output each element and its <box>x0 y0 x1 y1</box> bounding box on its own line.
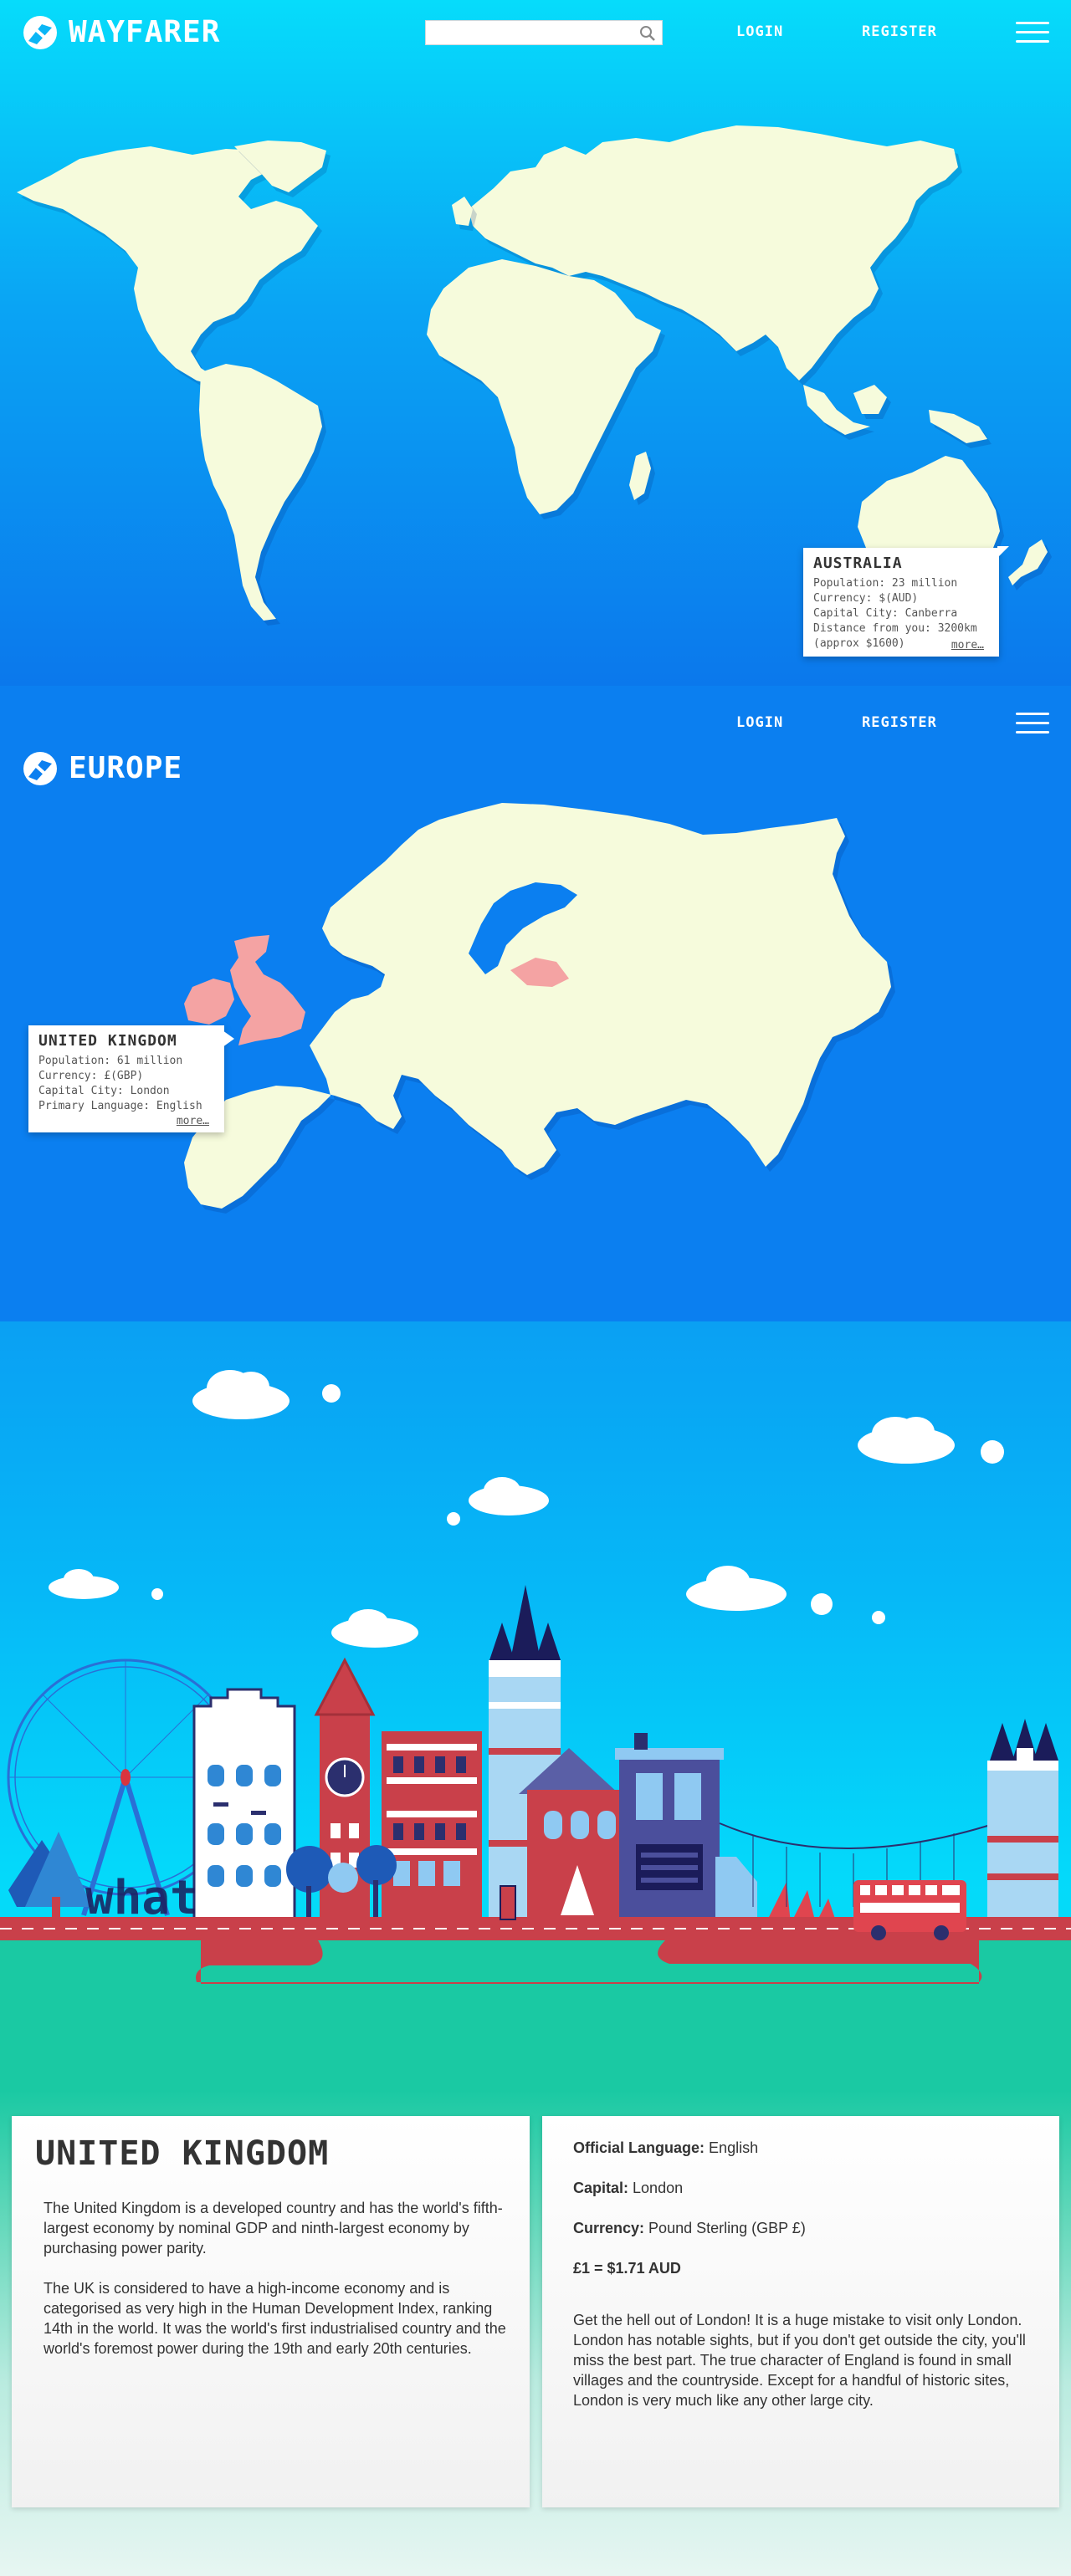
fact-label: Official Language: <box>573 2139 705 2156</box>
fact-capital: Capital: London <box>573 2180 683 2197</box>
great-britain <box>230 935 305 1045</box>
fact-label: Currency: <box>573 2220 645 2236</box>
popup-line: Capital City: Canberra <box>813 607 958 620</box>
uk-popup: UNITED KINGDOM Population: 61 million Cu… <box>28 1025 234 1132</box>
uk-world <box>452 197 473 226</box>
new-zealand <box>1008 539 1048 585</box>
description-paragraph: The United Kingdom is a developed countr… <box>44 2200 503 2257</box>
red-balcony-building <box>382 1731 482 1924</box>
popup-line: Population: 23 million <box>813 577 958 590</box>
new-guinea <box>929 410 987 443</box>
gabled-building <box>192 1688 296 1925</box>
country-title: UNITED KINGDOM <box>35 2134 330 2173</box>
city-illustration-section: what <box>0 1321 1071 2091</box>
world-map-section: WAYFARER LOGIN REGISTER AUSTRALIA Popula… <box>0 0 1071 686</box>
navy-building <box>615 1733 724 1924</box>
borneo <box>853 385 887 414</box>
popup-line: Currency: £(GBP) <box>38 1070 144 1082</box>
fact-value: English <box>709 2139 759 2156</box>
popup-title: UNITED KINGDOM <box>38 1032 177 1050</box>
more-link[interactable]: more… <box>177 1115 209 1127</box>
fact-value: London <box>633 2180 684 2196</box>
fact-label: Capital: <box>573 2180 629 2196</box>
popup-line: Population: 61 million <box>38 1055 183 1067</box>
country-description-card: UNITED KINGDOM The United Kingdom is a d… <box>12 2116 530 2507</box>
description-paragraph: The UK is considered to have a high-inco… <box>44 2280 506 2357</box>
popup-title: AUSTRALIA <box>813 555 903 572</box>
more-link[interactable]: more… <box>951 639 984 652</box>
africa <box>427 259 661 514</box>
country-facts-card: Official Language: English Capital: Lond… <box>542 2116 1059 2507</box>
ireland <box>184 979 234 1025</box>
popup-line: Distance from you: 3200km <box>813 622 977 635</box>
country-info-section: UNITED KINGDOM The United Kingdom is a d… <box>0 2091 1071 2576</box>
fact-label: £1 = $1.71 AUD <box>573 2260 681 2277</box>
fact-value: Pound Sterling (GBP £) <box>648 2220 806 2236</box>
south-america <box>199 364 322 621</box>
popup-line: Capital City: London <box>38 1085 170 1097</box>
europe-map-section: LOGIN REGISTER EUROPE UNITED KINGDOM Pop… <box>0 686 1071 1321</box>
popup-line: Currency: $(AUD) <box>813 592 919 605</box>
australia-popup: AUSTRALIA Population: 23 million Currenc… <box>803 546 1009 657</box>
popup-line: Primary Language: English <box>38 1100 202 1112</box>
europe-map <box>184 803 891 1209</box>
travel-advice: Get the hell out of London! It is a huge… <box>573 2312 1026 2409</box>
double-decker-bus <box>853 1880 966 1940</box>
right-tower <box>987 1719 1058 1924</box>
fact-official-language: Official Language: English <box>573 2139 758 2157</box>
london-skyline-illustration: what <box>0 1370 1071 2091</box>
fact-exchange-rate: £1 = $1.71 AUD <box>573 2260 681 2277</box>
madagascar <box>629 452 651 500</box>
fact-currency: Currency: Pound Sterling (GBP £) <box>573 2220 806 2237</box>
city-sign-text: what <box>85 1871 198 1925</box>
